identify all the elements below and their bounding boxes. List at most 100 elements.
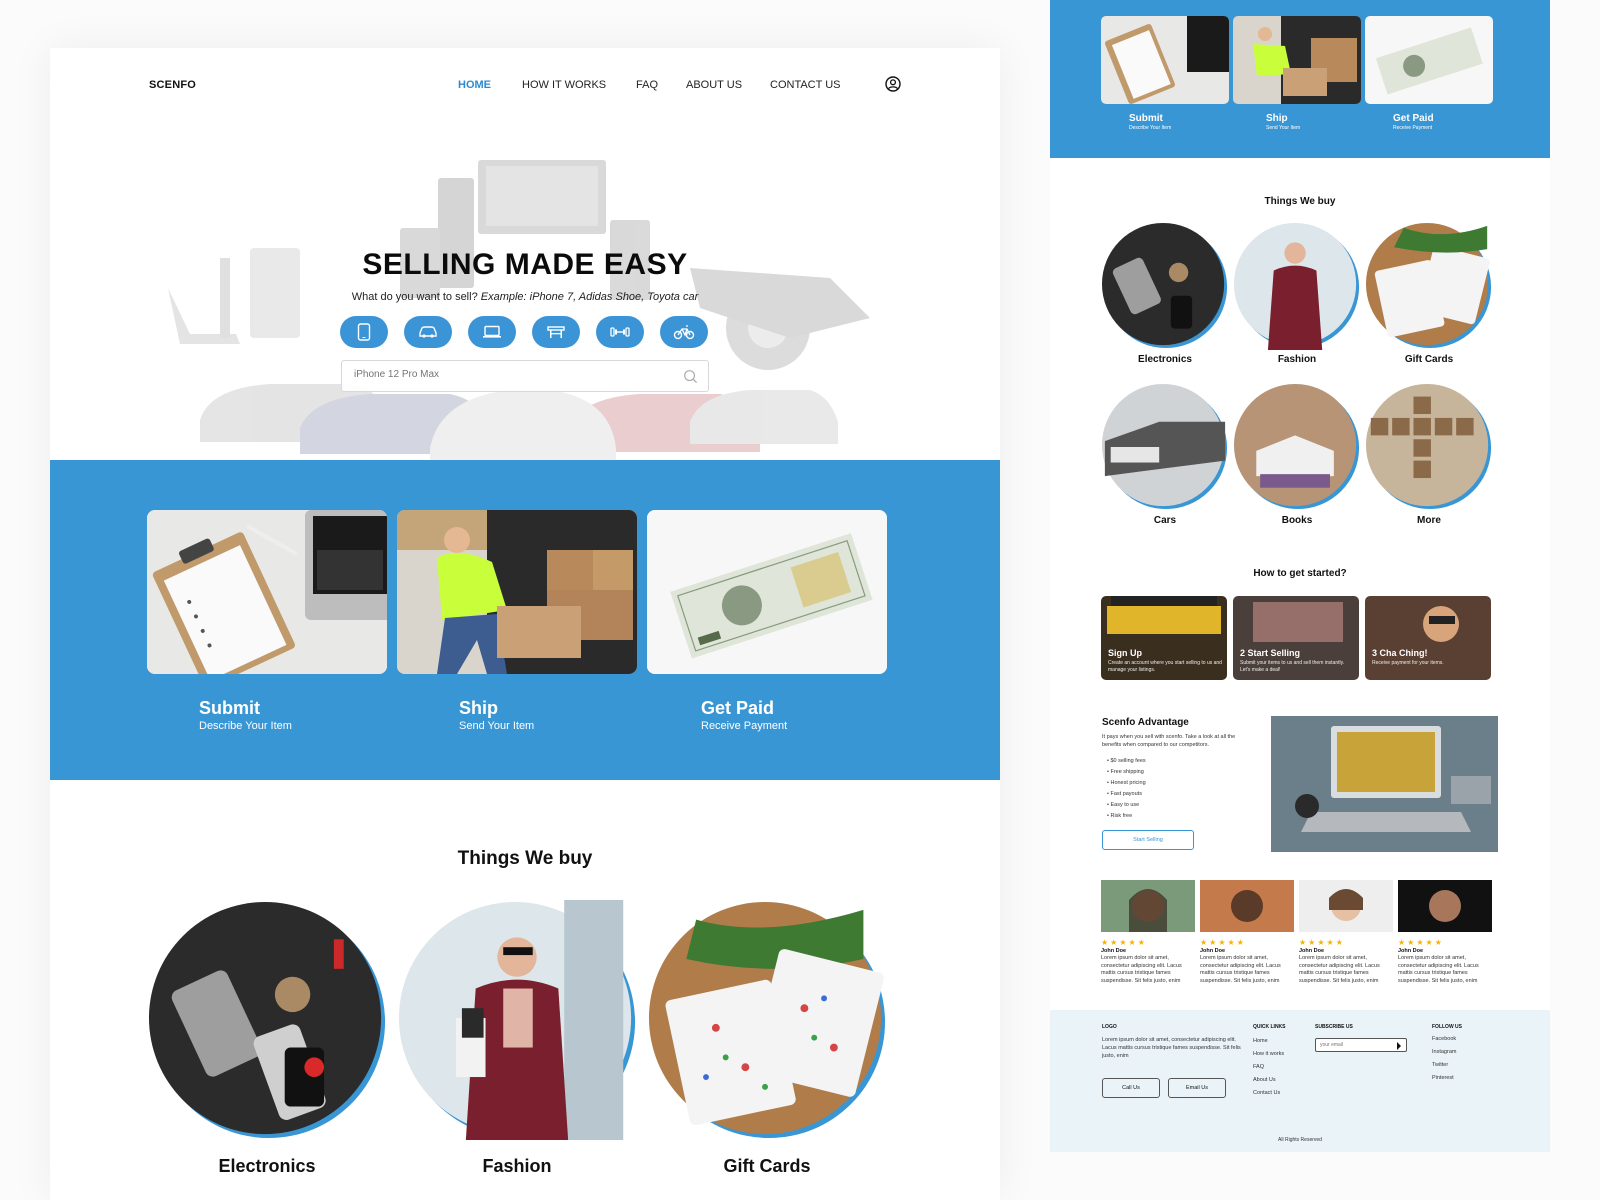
submit-arrow-icon[interactable] [1396,1042,1402,1050]
overview-things-title: Things We buy [1264,196,1336,207]
advantage-item: Honest pricing [1107,778,1145,789]
overview-gift-cards-image[interactable] [1365,222,1493,350]
testimonial-photo [1299,880,1393,932]
quick-links-heading: QUICK LINKS [1253,1024,1286,1030]
category-phone-button[interactable] [340,316,388,348]
overview-more-image[interactable] [1365,383,1493,511]
steps-section: Submit Describe Your Item Ship Send Your… [50,460,1000,780]
furniture-icon [547,326,565,338]
category-car-button[interactable] [404,316,452,348]
nav-about-us[interactable]: ABOUT US [686,79,742,91]
get-paid-step-subtitle: Receive Payment [701,720,788,732]
advantage-item: Fast payouts [1107,789,1146,800]
gift-cards-category-image[interactable] [647,900,887,1140]
submit-step-image [147,510,387,674]
testimonial-card: ★★★★★ John Doe Lorem ipsum dolor sit ame… [1299,880,1393,985]
start-selling-desc: Submit your items to us and sell them in… [1240,660,1345,673]
overview-books-label: Books [1281,515,1313,526]
hero-section: SELLING MADE EASY What do you want to se… [50,108,1000,508]
start-step-sign-up[interactable]: Sign Up Create an account where you star… [1101,596,1227,680]
subscribe-heading: SUBSCRIBE US [1315,1024,1353,1030]
car-icon [419,326,437,338]
footer-link-home[interactable]: Home [1253,1038,1268,1044]
testimonial-card: ★★★★★ John Doe Lorem ipsum dolor sit ame… [1200,880,1294,985]
submit-step-subtitle: Describe Your Item [199,720,292,732]
testimonial-card: ★★★★★ John Doe Lorem ipsum dolor sit ame… [1101,880,1195,985]
nav-contact-us[interactable]: CONTACT US [770,79,841,91]
advantage-list: $0 selling fees Free shipping Honest pri… [1107,756,1146,822]
hero-products-background [168,160,870,508]
overview-steps-section: Submit Describe Your Item Ship Send Your… [1050,0,1550,158]
footer-link-facebook[interactable]: Facebook [1432,1036,1456,1042]
start-step-cha-ching[interactable]: 3 Cha Ching! Receive payment for your it… [1365,596,1491,680]
site-logo[interactable]: SCENFO [149,79,196,91]
nav-faq[interactable]: FAQ [636,79,658,91]
email-us-button[interactable]: Email Us [1168,1078,1226,1098]
cha-ching-title: 3 Cha Ching! [1372,648,1428,658]
category-fitness-button[interactable] [596,316,644,348]
testimonial-name: John Doe [1398,948,1424,954]
testimonial-text: Lorem ipsum dolor sit amet, consectetur … [1200,955,1281,984]
hero-subtitle-example: Example: iPhone 7, Adidas Shoe, Toyota c… [480,291,699,303]
start-selling-button[interactable]: Start Selling [1102,830,1194,850]
overview-cars-label: Cars [1153,515,1177,526]
overview-cars-image[interactable] [1101,383,1229,511]
user-account-icon[interactable] [885,76,901,92]
overview-fashion-label: Fashion [1277,354,1317,365]
overview-page: Submit Describe Your Item Ship Send Your… [1050,0,1550,1152]
how-to-get-started-title: How to get started? [1253,568,1347,579]
hero-subtitle: What do you want to sell? Example: iPhon… [50,291,1000,303]
get-paid-step-image [647,510,887,674]
footer-logo-heading: LOGO [1102,1024,1117,1030]
rating-stars: ★★★★★ [1299,938,1345,947]
category-furniture-button[interactable] [532,316,580,348]
overview-submit-subtitle: Describe Your Item [1129,125,1172,131]
advantage-item: $0 selling fees [1107,756,1145,767]
ship-step-subtitle: Send Your Item [459,720,535,732]
hero-title: SELLING MADE EASY [362,248,688,281]
cha-ching-desc: Receive payment for your items. [1372,660,1444,666]
ship-step-image [397,510,637,674]
testimonial-photo [1200,880,1294,932]
start-step-start-selling[interactable]: 2 Start Selling Submit your items to us … [1233,596,1359,680]
nav-home[interactable]: HOME [458,79,491,91]
footer-link-about-us[interactable]: About Us [1253,1077,1276,1083]
nav-how-it-works[interactable]: HOW IT WORKS [522,79,606,91]
footer-link-twitter[interactable]: Twitter [1432,1062,1448,1068]
advantage-laptop-image [1271,716,1498,852]
footer-link-pinterest[interactable]: Pinterest [1432,1075,1454,1081]
category-laptop-button[interactable] [468,316,516,348]
overview-get-paid-image [1365,16,1493,104]
electronics-category-image[interactable] [147,900,387,1140]
testimonial-name: John Doe [1101,948,1127,954]
phone-icon [357,323,371,341]
advantage-item: Risk free [1107,811,1146,822]
overview-electronics-image[interactable] [1101,222,1229,350]
fashion-category-image[interactable] [397,900,637,1140]
overview-submit-title: Submit [1129,113,1163,124]
bike-icon [673,325,695,340]
testimonial-photo [1101,880,1195,932]
footer-link-instagram[interactable]: Instagram [1432,1049,1456,1055]
testimonial-text: Lorem ipsum dolor sit amet, consectetur … [1299,955,1380,984]
testimonial-card: ★★★★★ John Doe Lorem ipsum dolor sit ame… [1398,880,1492,985]
desktop-page: SCENFO HOME HOW IT WORKS FAQ ABOUT US CO… [50,48,1000,1200]
subscribe-email-input[interactable] [1320,1042,1395,1048]
footer-link-faq[interactable]: FAQ [1253,1064,1264,1070]
overview-books-image[interactable] [1233,383,1361,511]
footer-link-contact-us[interactable]: Contact Us [1253,1090,1280,1096]
search-input[interactable] [354,369,664,380]
rating-stars: ★★★★★ [1200,938,1246,947]
copyright-text: All Rights Reserved [1278,1137,1322,1143]
testimonial-name: John Doe [1299,948,1325,954]
footer-link-how-it-works[interactable]: How it works [1253,1051,1284,1057]
rating-stars: ★★★★★ [1101,938,1147,947]
advantage-item: Easy to use [1107,800,1146,811]
advantage-title: Scenfo Advantage [1102,717,1189,728]
hero-subtitle-question: What do you want to sell? [351,291,481,303]
call-us-button[interactable]: Call Us [1102,1078,1160,1098]
overview-fashion-image[interactable] [1233,222,1361,350]
search-icon[interactable] [683,369,698,384]
category-bike-button[interactable] [660,316,708,348]
testimonial-name: John Doe [1200,948,1226,954]
